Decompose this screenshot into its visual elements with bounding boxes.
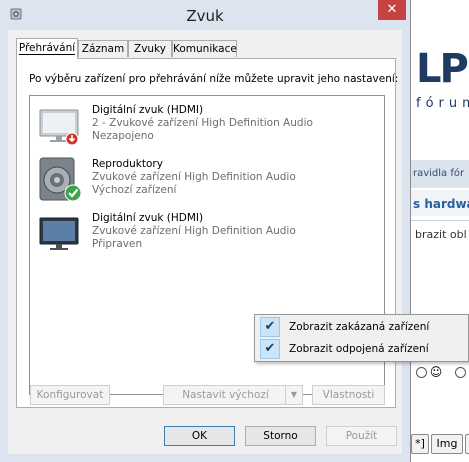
cancel-button[interactable]: Storno xyxy=(245,426,316,446)
ok-button[interactable]: OK xyxy=(164,426,235,446)
close-button[interactable]: ✕ xyxy=(378,0,406,20)
menu-item-show-disabled[interactable]: ✔ Zobrazit zakázaná zařízení xyxy=(257,317,466,338)
window-title: Zvuk xyxy=(186,7,224,25)
speaker-icon xyxy=(36,156,84,206)
forum-divider xyxy=(410,220,469,221)
device-description: Zvukové zařízení High Definition Audio xyxy=(92,225,296,237)
tab-recording[interactable]: Záznam xyxy=(78,40,128,57)
checkmark-icon: ✔ xyxy=(260,317,280,337)
tab-sounds[interactable]: Zvuky xyxy=(128,40,172,57)
properties-button[interactable]: Vlastnosti xyxy=(312,385,385,405)
checkmark-icon: ✔ xyxy=(260,339,280,359)
device-status: Výchozí zařízení xyxy=(92,184,177,196)
device-name: Digitální zvuk (HDMI) xyxy=(92,104,204,116)
forum-logo: LP xyxy=(416,44,469,90)
forum-extra-button[interactable] xyxy=(465,434,469,454)
device-name: Digitální zvuk (HDMI) xyxy=(92,212,204,224)
forum-body-text: brazit obl xyxy=(415,228,467,241)
tab-communications[interactable]: Komunikace xyxy=(172,40,237,57)
monitor-icon xyxy=(36,210,84,260)
device-list-context-menu: ✔ Zobrazit zakázaná zařízení ✔ Zobrazit … xyxy=(254,314,469,362)
chevron-down-icon[interactable]: ▼ xyxy=(285,386,302,404)
forum-topic-link[interactable]: s hardwa xyxy=(413,197,469,211)
apply-button[interactable]: Použít xyxy=(326,426,397,446)
menu-item-label: Zobrazit zakázaná zařízení xyxy=(289,321,430,333)
close-icon: ✕ xyxy=(386,2,398,17)
device-name: Reproduktory xyxy=(92,158,163,170)
tab-playback-label: Přehrávání xyxy=(18,42,76,55)
device-status: Nezapojeno xyxy=(92,130,154,142)
forum-logo-subtitle: fórum xyxy=(416,96,469,111)
tab-recording-label: Záznam xyxy=(81,43,125,55)
menu-item-show-disconnected[interactable]: ✔ Zobrazit odpojená zařízení xyxy=(257,339,466,360)
forum-radio-1[interactable] xyxy=(416,367,427,378)
device-description: 2 - Zvukové zařízení High Definition Aud… xyxy=(92,117,313,129)
tab-sounds-label: Zvuky xyxy=(134,43,166,55)
sound-dialog: Zvuk ✕ Přehrávání Záznam Zvuky Komunikac… xyxy=(0,0,411,462)
device-item-hdmi-unplugged[interactable]: Digitální zvuk (HDMI) 2 - Zvukové zaříze… xyxy=(36,102,376,152)
tab-playback[interactable]: Přehrávání xyxy=(16,38,78,59)
default-check-badge-icon xyxy=(64,184,82,202)
device-item-hdmi-ready[interactable]: Digitální zvuk (HDMI) Zvukové zařízení H… xyxy=(36,210,376,260)
tab-communications-label: Komunikace xyxy=(173,43,237,55)
page-divider xyxy=(410,0,411,462)
menu-item-label: Zobrazit odpojená zařízení xyxy=(289,343,429,355)
playback-instruction: Po výběru zařízení pro přehrávání níže m… xyxy=(29,73,399,85)
device-description: Zvukové zařízení High Definition Audio xyxy=(92,171,296,183)
forum-code-button[interactable]: *] xyxy=(411,434,429,454)
set-default-button[interactable]: Nastavit výchozí ▼ xyxy=(163,385,303,405)
unplugged-badge-icon xyxy=(65,132,79,146)
forum-radio-2[interactable] xyxy=(455,367,466,378)
title-bar[interactable]: Zvuk ✕ xyxy=(0,0,410,28)
smiley-icon[interactable]: ☺ xyxy=(429,365,443,379)
forum-rules-link[interactable]: ravidla fór xyxy=(413,168,464,179)
forum-img-button[interactable]: Img xyxy=(431,434,463,454)
set-default-label: Nastavit výchozí xyxy=(182,389,269,401)
forum-logo-letters: LP xyxy=(416,46,469,90)
dialog-client-area: Přehrávání Záznam Zvuky Komunikace Po vý… xyxy=(8,30,402,454)
device-status: Připraven xyxy=(92,238,143,250)
monitor-icon xyxy=(36,102,84,152)
device-item-speakers[interactable]: Reproduktory Zvukové zařízení High Defin… xyxy=(36,156,376,206)
configure-button[interactable]: Konfigurovat xyxy=(30,385,110,405)
